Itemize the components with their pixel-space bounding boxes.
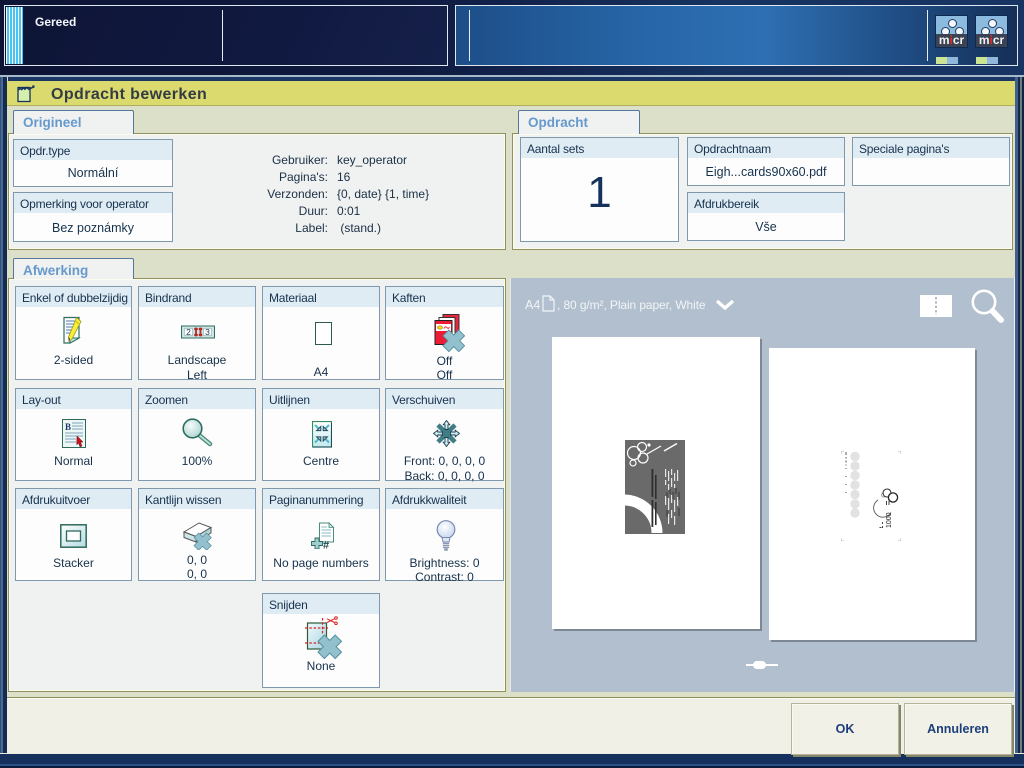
svg-text:2: 2 [186, 327, 191, 337]
svg-text:B: B [65, 422, 71, 432]
svg-text:3: 3 [205, 327, 210, 337]
svg-text:1000: 1000 [886, 512, 893, 528]
svg-text:#: # [323, 540, 329, 550]
